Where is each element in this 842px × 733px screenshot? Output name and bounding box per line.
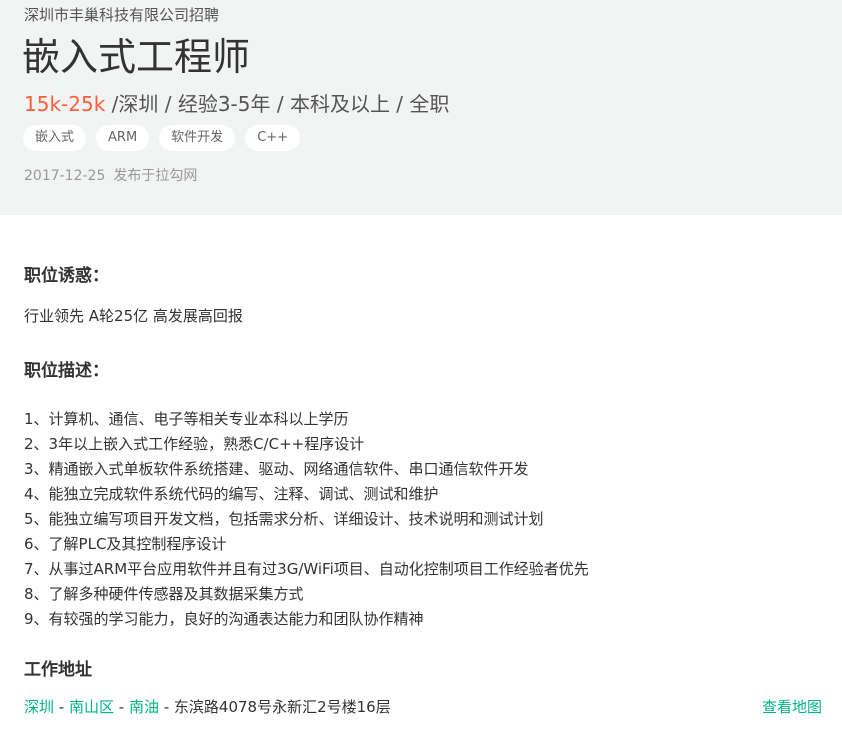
job-requirements: /深圳 / 经验3-5年 / 本科及以上 / 全职	[105, 92, 450, 116]
job-header: 深圳市丰巢科技有限公司招聘 嵌入式工程师 15k-25k /深圳 / 经验3-5…	[0, 0, 842, 215]
address-area-link[interactable]: 南油	[129, 698, 159, 716]
publish-source: 发布于拉勾网	[113, 168, 198, 184]
description-item: 7、从事过ARM平台应用软件并且有过3G/WiFi项目、自动化控制项目工作经验者…	[24, 560, 589, 578]
perks-text: 行业领先 A轮25亿 高发展高回报	[24, 307, 243, 325]
publish-info: 2017-12-25 发布于拉勾网	[24, 166, 197, 186]
job-title: 嵌入式工程师	[22, 35, 251, 79]
description-item: 9、有较强的学习能力，良好的沟通表达能力和团队协作精神	[24, 610, 424, 628]
address-heading: 工作地址	[24, 660, 92, 680]
address-district-link[interactable]: 南山区	[69, 698, 114, 716]
description-item: 3、精通嵌入式单板软件系统搭建、驱动、网络通信软件、串口通信软件开发	[24, 460, 529, 478]
description-item: 4、能独立完成软件系统代码的编写、注释、调试、测试和维护	[24, 485, 439, 503]
tag-item[interactable]: ARM	[96, 125, 150, 151]
tag-item[interactable]: 嵌入式	[23, 125, 87, 151]
address-separator: -	[158, 698, 174, 716]
description-item: 5、能独立编写项目开发文档，包括需求分析、详细设计、技术说明和测试计划	[24, 510, 544, 528]
view-map-link[interactable]: 查看地图	[762, 696, 822, 718]
company-name[interactable]: 深圳市丰巢科技有限公司招聘	[24, 4, 219, 25]
job-meta: 15k-25k /深圳 / 经验3-5年 / 本科及以上 / 全职	[24, 90, 449, 118]
publish-date: 2017-12-25	[24, 168, 106, 184]
address-street: 东滨路4078号永新汇2号楼16层	[173, 698, 391, 716]
description-list: 1、计算机、通信、电子等相关专业本科以上学历 2、3年以上嵌入式工作经验，熟悉C…	[24, 407, 589, 632]
tag-item[interactable]: 软件开发	[159, 125, 236, 151]
address-separator: -	[113, 698, 129, 716]
work-address: 深圳 - 南山区 - 南油 - 东滨路4078号永新汇2号楼16层	[24, 696, 391, 718]
salary: 15k-25k	[24, 92, 106, 116]
description-item: 1、计算机、通信、电子等相关专业本科以上学历	[24, 410, 349, 428]
perks-heading: 职位诱惑：	[24, 266, 109, 286]
description-item: 6、了解PLC及其控制程序设计	[24, 535, 227, 553]
description-heading: 职位描述：	[24, 361, 109, 381]
tag-list: 嵌入式 ARM 软件开发 C++	[23, 125, 301, 151]
description-item: 2、3年以上嵌入式工作经验，熟悉C/C++程序设计	[24, 435, 365, 453]
address-separator: -	[54, 698, 69, 716]
tag-item[interactable]: C++	[245, 125, 301, 151]
description-item: 8、了解多种硬件传感器及其数据采集方式	[24, 585, 304, 603]
address-city-link[interactable]: 深圳	[24, 698, 54, 716]
